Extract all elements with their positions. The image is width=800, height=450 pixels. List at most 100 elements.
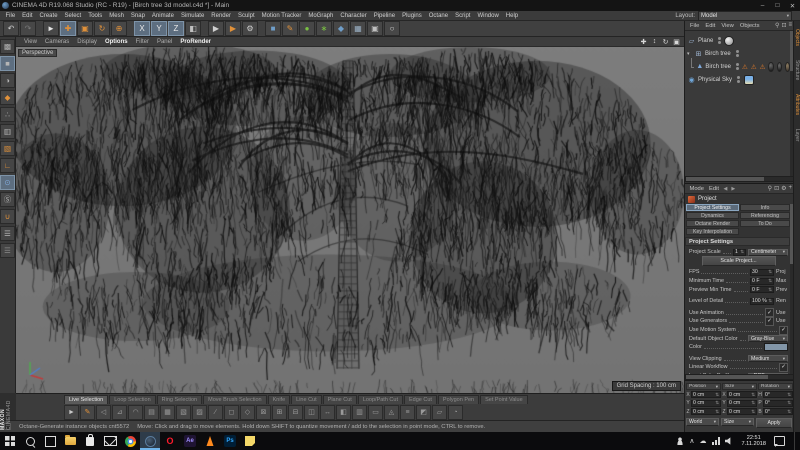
project-scale-dropdown[interactable]: Centimeter▾ (748, 249, 788, 256)
maximize-button[interactable]: □ (770, 0, 785, 11)
menu-script[interactable]: Script (452, 13, 474, 19)
modeling-tool-icon[interactable]: ▭ (368, 405, 383, 420)
material-thumbnail[interactable] (777, 62, 782, 72)
stepper-icon[interactable]: ⇅ (715, 409, 719, 415)
menu-help[interactable]: Help (502, 13, 521, 19)
modeling-tool-icon[interactable]: ◔ (448, 405, 463, 420)
palette-tab-knife[interactable]: Knife (268, 395, 291, 404)
coordinate-mode-dropdown[interactable]: Size▾ (721, 418, 754, 426)
palette-tab-move-brush-selection[interactable]: Move Brush Selection (203, 395, 267, 404)
z-axis-lock-icon[interactable]: Z (168, 21, 184, 36)
modeling-tool-icon[interactable]: ≡ (400, 405, 415, 420)
modeling-tool-icon[interactable]: ◫ (304, 405, 319, 420)
modeling-tool-icon[interactable]: ↔ (320, 405, 335, 420)
viewport[interactable]: ViewCamerasDisplayOptionsFilterPanelProR… (16, 37, 684, 393)
render-settings-icon[interactable]: ⚙ (242, 21, 258, 36)
close-button[interactable]: ✕ (785, 0, 800, 11)
om-menu-objects[interactable]: Objects (737, 23, 763, 29)
modeling-tool-icon[interactable]: ▦ (160, 405, 175, 420)
size-x-field[interactable]: 0 cm⇅ (727, 391, 757, 398)
object-row-plane[interactable]: ▱Plane (685, 34, 790, 47)
enable-snap-icon[interactable]: ⊙ (0, 175, 15, 190)
network-tray-button[interactable] (712, 437, 720, 445)
search-icon[interactable]: ⚲ (768, 185, 772, 192)
modeling-tool-icon[interactable]: ► (64, 405, 79, 420)
minimum-time-field[interactable]: 0 F⇅ (750, 278, 774, 285)
minimize-button[interactable]: – (755, 0, 770, 11)
stepper-icon[interactable]: ⇅ (715, 400, 719, 406)
render-visibility-dot[interactable] (736, 67, 739, 70)
coord-header-position[interactable]: Position▾ (686, 383, 721, 390)
viewport-menu-view[interactable]: View (20, 39, 41, 45)
rotate-view-icon[interactable]: ↻ (661, 38, 670, 46)
object-manager-hscrollbar[interactable] (685, 176, 794, 182)
filter-icon[interactable]: ⊡ (781, 22, 786, 29)
add-spline-icon[interactable]: ✎ (282, 21, 298, 36)
polygons-mode-icon[interactable]: ▧ (0, 141, 15, 156)
render-visibility-dot[interactable] (737, 80, 740, 83)
modeling-tool-icon[interactable]: ▥ (352, 405, 367, 420)
scale-project-button[interactable]: Scale Project... (702, 256, 776, 266)
level-of-detail-field[interactable]: 100 %⇅ (750, 298, 774, 305)
om-menu-view[interactable]: View (718, 23, 736, 29)
modeling-tool-icon[interactable]: ◠ (128, 405, 143, 420)
lock-icon[interactable]: ⊡ (774, 185, 779, 192)
viewport-menu-options[interactable]: Options (101, 39, 132, 45)
stepper-icon[interactable]: ⇅ (787, 392, 791, 398)
modeling-tool-icon[interactable]: ◧ (336, 405, 351, 420)
menu-animate[interactable]: Animate (148, 13, 177, 19)
modeling-tool-icon[interactable]: ⊠ (256, 405, 271, 420)
menu-plugins[interactable]: Plugins (399, 13, 426, 19)
cinema4d-taskbar-button[interactable] (140, 432, 160, 450)
editor-visibility-dot[interactable] (718, 37, 721, 40)
show-desktop-button[interactable] (794, 432, 798, 450)
undo-icon[interactable]: ↶ (3, 21, 19, 36)
add-environment-icon[interactable]: ▦ (350, 21, 366, 36)
people-tray-button[interactable] (676, 437, 684, 445)
stepper-icon[interactable]: ⇅ (768, 278, 772, 284)
modeling-tool-icon[interactable]: ◻ (224, 405, 239, 420)
live-selection-icon[interactable]: ► (43, 21, 59, 36)
apply-button[interactable]: Apply (756, 418, 792, 428)
am-menu-edit[interactable]: Edit (707, 186, 722, 192)
size-z-field[interactable]: 0 cm⇅ (727, 408, 757, 415)
magnet-icon[interactable]: ∪ (0, 209, 15, 224)
menu-edit[interactable]: Edit (19, 13, 36, 19)
editor-visibility-dot[interactable] (737, 76, 740, 79)
render-visibility-dot[interactable] (736, 54, 739, 57)
am-menu-mode[interactable]: Mode (687, 186, 707, 192)
start-taskbar-button[interactable] (0, 432, 20, 450)
palette-tab-set-point-value[interactable]: Set Point Value (480, 395, 528, 404)
default-object-color-dropdown[interactable]: Gray-Blue▾ (748, 335, 788, 342)
editor-visibility-dot[interactable] (736, 63, 739, 66)
viewport-menu-filter[interactable]: Filter (132, 39, 153, 45)
color-swatch[interactable] (764, 343, 788, 351)
dock-tab-layer[interactable]: Layer (794, 129, 800, 142)
store-taskbar-button[interactable] (80, 432, 100, 450)
render-picture-viewer-icon[interactable]: ▶ (225, 21, 241, 36)
model-mode-icon[interactable]: ■ (0, 56, 15, 71)
coord-header-rotation[interactable]: Rotation▾ (758, 383, 793, 390)
material-thumbnail[interactable] (768, 62, 773, 72)
attribute-tab-key-interpolation[interactable]: Key Interpolation (686, 228, 739, 235)
view-clipping-dropdown[interactable]: Medium▾ (748, 355, 788, 362)
toggle-view-icon[interactable]: ▣ (672, 38, 681, 46)
modeling-tool-icon[interactable]: ▨ (192, 405, 207, 420)
modeling-tool-icon[interactable]: ∕ (208, 405, 223, 420)
rotation-h-field[interactable]: 0°⇅ (763, 391, 793, 398)
om-menu-file[interactable]: File (687, 23, 702, 29)
stepper-icon[interactable]: ⇅ (768, 298, 772, 304)
linear-workflow-checkbox[interactable]: ✓ (779, 363, 788, 372)
render-visibility-dot[interactable] (718, 41, 721, 44)
file-explorer-taskbar-button[interactable] (60, 432, 80, 450)
attribute-tab-referencing[interactable]: Referencing (740, 212, 790, 219)
move-icon[interactable]: ✚ (60, 21, 76, 36)
add-icon[interactable]: + (788, 185, 792, 192)
fps-field[interactable]: 30⇅ (750, 269, 774, 276)
edges-mode-icon[interactable]: ▥ (0, 124, 15, 139)
last-tool-icon[interactable]: ⊕ (111, 21, 127, 36)
palette-tab-live-selection[interactable]: Live Selection (64, 395, 108, 404)
editor-visibility-dot[interactable] (736, 50, 739, 53)
attribute-tab-project-settings[interactable]: Project Settings (686, 204, 739, 211)
texture-mode-icon[interactable]: ◑ (0, 73, 15, 88)
